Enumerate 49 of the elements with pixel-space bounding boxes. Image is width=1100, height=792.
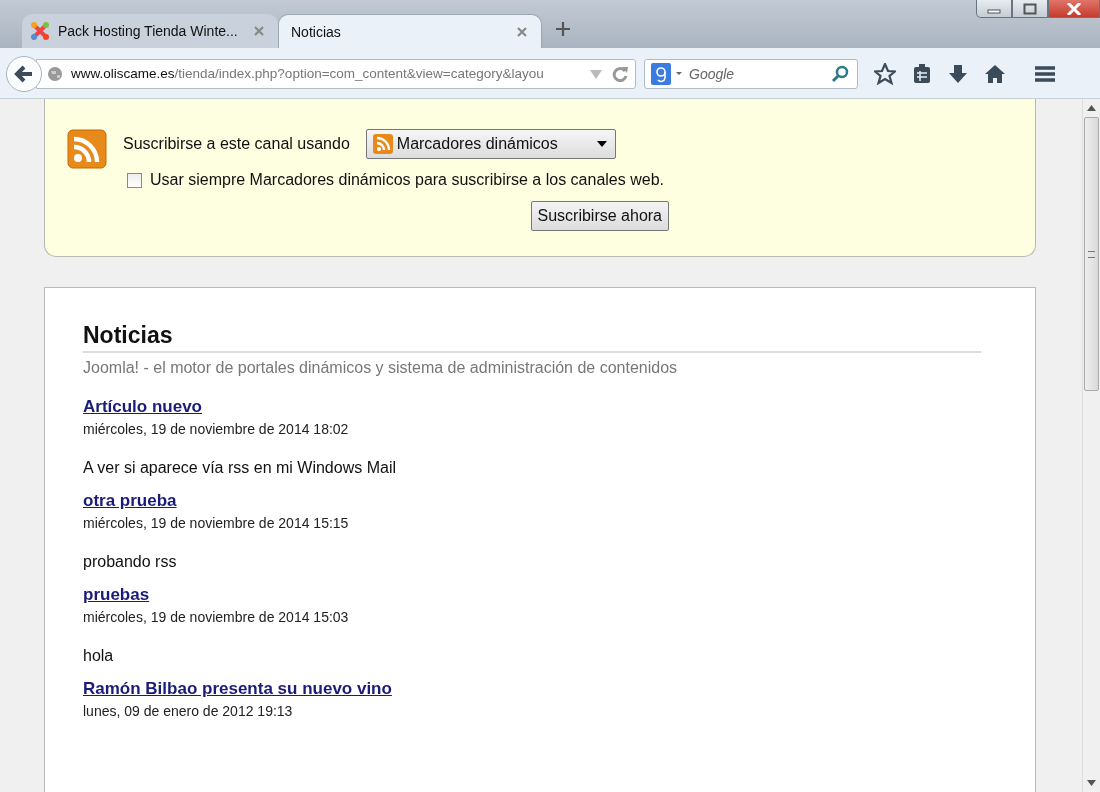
site-tagline: Joomla! - el motor de portales dinámicos y sistema de administración de contenidos: [83, 359, 679, 377]
browser-tab[interactable]: Pack Hosting Tienda Winte...: [22, 14, 278, 48]
clipboard-icon[interactable]: [912, 63, 932, 84]
page-heading: Noticias: [83, 322, 981, 353]
maximize-icon: [1023, 2, 1037, 15]
browser-tab[interactable]: Noticias: [278, 14, 542, 48]
home-icon[interactable]: [984, 63, 1006, 84]
subscribe-button[interactable]: Suscribirse ahora: [530, 201, 669, 231]
star-icon[interactable]: [874, 62, 896, 85]
article-date: lunes, 09 de enero de 2012 19:13: [83, 703, 294, 719]
download-icon[interactable]: [948, 63, 968, 84]
rss-feed-icon: [67, 129, 107, 169]
article-text: probando rss: [83, 553, 178, 571]
scrollbar[interactable]: [1082, 99, 1100, 792]
close-icon: [1066, 2, 1082, 15]
address-field[interactable]: www.oliscame.es/tienda/index.php?option=com_content&view=category&layou: [36, 58, 636, 89]
rss-feed-icon: [372, 134, 393, 154]
scroll-up-arrow-icon[interactable]: [1087, 105, 1096, 111]
menu-icon[interactable]: [1034, 64, 1056, 83]
joomla-logo-icon: [30, 21, 50, 41]
new-tab-icon[interactable]: [556, 22, 570, 36]
caret-icon: [596, 141, 607, 147]
article-title-link[interactable]: Artículo nuevo: [83, 397, 202, 417]
article-text: hola: [83, 647, 115, 665]
minimize-button[interactable]: [976, 0, 1012, 18]
close-button[interactable]: [1048, 0, 1100, 18]
article-date: miércoles, 19 de noviembre de 2014 15:15: [83, 515, 350, 531]
subscribe-label: Suscribirse a este canal usando: [123, 135, 350, 153]
reader-dropdown[interactable]: Marcadores dinámicos: [365, 129, 616, 159]
back-button[interactable]: [6, 55, 42, 92]
close-tab-icon[interactable]: [517, 26, 527, 37]
article-date: miércoles, 19 de noviembre de 2014 15:03: [83, 609, 350, 625]
search-box[interactable]: Google: [644, 58, 858, 89]
google-engine-icon[interactable]: [651, 62, 685, 85]
scroll-thumb[interactable]: [1084, 117, 1099, 391]
checkbox[interactable]: [127, 172, 142, 188]
search-icon[interactable]: [831, 64, 849, 83]
article-text: A ver si aparece vía rss en mi Windows Mail: [83, 459, 397, 477]
article-title-link[interactable]: Ramón Bilbao presenta su nuevo vino: [83, 679, 392, 699]
article-date: miércoles, 19 de noviembre de 2014 18:02: [83, 421, 350, 437]
globe-icon: [47, 65, 63, 82]
reload-icon[interactable]: [611, 64, 629, 83]
checkbox-label[interactable]: Usar siempre Marcadores dinámicos para suscribirse a los canales web.: [150, 171, 664, 189]
back-arrow-icon: [14, 64, 34, 83]
maximize-button[interactable]: [1012, 0, 1048, 18]
url-text: www.oliscame.es/tienda/index.php?option=com_content&view=category&layou: [71, 66, 545, 81]
article-title-link[interactable]: pruebas: [83, 585, 150, 605]
scroll-down-arrow-icon[interactable]: [1087, 780, 1096, 786]
article-title-link[interactable]: otra prueba: [83, 491, 177, 511]
